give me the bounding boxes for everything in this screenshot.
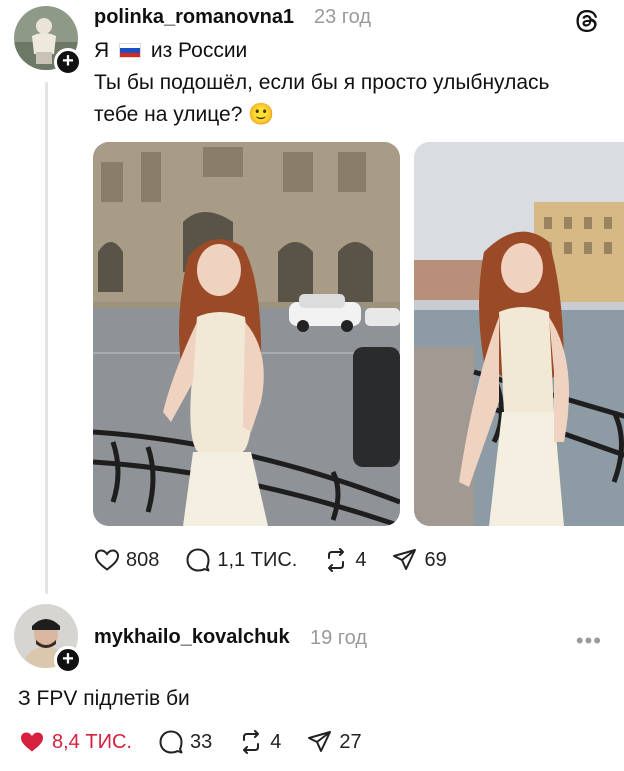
repost-count: 4 bbox=[355, 548, 367, 571]
heart-filled-icon bbox=[21, 732, 43, 752]
reply-actions-bar: 8,4 ТИС. 33 4 27 bbox=[18, 730, 388, 754]
post-actions-bar: 808 1,1 ТИС. 4 69 bbox=[94, 548, 473, 572]
post-photo-1[interactable] bbox=[93, 142, 400, 526]
heart-icon bbox=[94, 549, 120, 571]
post-photo-2[interactable] bbox=[414, 142, 624, 526]
reply-like-button[interactable]: 8,4 ТИС. bbox=[18, 730, 132, 754]
post-timestamp: 23 год bbox=[314, 6, 372, 28]
repost-button[interactable]: 4 bbox=[323, 548, 366, 572]
reply-share-button[interactable]: 27 bbox=[307, 730, 362, 754]
comment-icon bbox=[159, 730, 183, 754]
reply-like-count: 8,4 ТИС. bbox=[52, 730, 132, 753]
post-text-suffix: из России bbox=[150, 39, 248, 62]
share-count: 69 bbox=[424, 548, 447, 571]
share-icon bbox=[393, 549, 417, 570]
like-count: 808 bbox=[126, 548, 160, 571]
share-button[interactable]: 69 bbox=[392, 548, 447, 572]
comment-icon bbox=[186, 548, 210, 572]
post-username[interactable]: polinka_romanovna1 bbox=[94, 6, 294, 29]
threads-logo-icon[interactable] bbox=[574, 8, 600, 34]
reply-text: З FPV підлетів би bbox=[18, 687, 190, 710]
post-text-line-1: Я из России bbox=[94, 36, 247, 66]
repost-icon bbox=[328, 548, 345, 572]
share-icon bbox=[308, 731, 332, 752]
add-plus-icon[interactable]: + bbox=[54, 48, 82, 76]
reply-timestamp: 19 год bbox=[310, 627, 368, 649]
russia-flag-icon bbox=[119, 43, 142, 58]
reply-add-plus-icon[interactable]: + bbox=[54, 646, 82, 674]
comment-button[interactable]: 1,1 ТИС. bbox=[185, 548, 297, 572]
post-text-line-3: тебе на улице? 🙂 bbox=[94, 103, 275, 126]
reply-comment-count: 33 bbox=[189, 730, 213, 753]
post-text-prefix: Я bbox=[94, 39, 110, 62]
reply-repost-count: 4 bbox=[270, 730, 282, 753]
thread-connector-line bbox=[45, 82, 48, 594]
reply-share-count: 27 bbox=[339, 730, 362, 753]
reply-comment-button[interactable]: 33 bbox=[158, 730, 212, 754]
post-text-line-2: Ты бы подошёл, если бы я просто улыбнула… bbox=[94, 71, 550, 94]
reply-repost-button[interactable]: 4 bbox=[238, 730, 281, 754]
more-options-icon[interactable]: ••• bbox=[576, 628, 602, 654]
reply-username[interactable]: mykhailo_kovalchuk bbox=[94, 626, 290, 649]
like-button[interactable]: 808 bbox=[94, 548, 159, 572]
repost-icon bbox=[243, 730, 260, 754]
comment-count: 1,1 ТИС. bbox=[217, 548, 298, 571]
